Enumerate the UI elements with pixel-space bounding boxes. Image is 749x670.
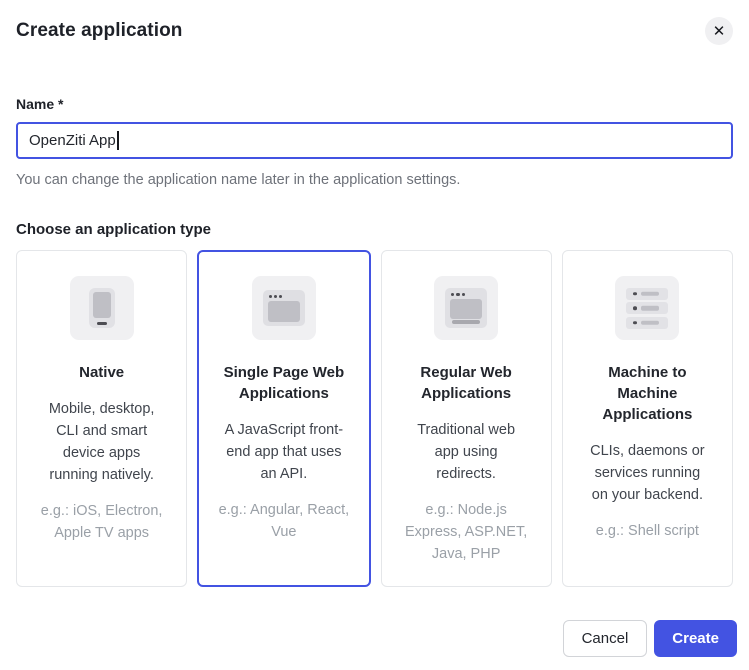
- modal-footer: Cancel Create: [563, 620, 737, 657]
- required-marker: *: [58, 96, 63, 112]
- create-application-modal: Create application ✕ Name * You can chan…: [0, 0, 749, 670]
- card-title: Native: [41, 362, 163, 383]
- card-title: Machine to Machine Applications: [586, 362, 708, 425]
- card-examples: e.g.: Angular, React, Vue: [218, 499, 350, 543]
- application-type-cards: Native Mobile, desktop, CLI and smart de…: [16, 250, 733, 587]
- card-description: A JavaScript front-end app that uses an …: [223, 419, 345, 485]
- modal-header: Create application ✕: [16, 0, 733, 45]
- application-type-label: Choose an application type: [16, 221, 733, 238]
- card-examples: e.g.: Node.js Express, ASP.NET, Java, PH…: [400, 499, 532, 565]
- card-machine-to-machine[interactable]: Machine to Machine Applications CLIs, da…: [562, 250, 733, 587]
- browser-server-icon: [434, 276, 498, 340]
- close-icon: ✕: [713, 24, 726, 39]
- phone-icon: [70, 276, 134, 340]
- server-stack-icon: [615, 276, 679, 340]
- card-description: Traditional web app using redirects.: [405, 419, 527, 485]
- card-examples: e.g.: Shell script: [581, 520, 713, 542]
- card-title: Regular Web Applications: [405, 362, 527, 404]
- name-field-label: Name *: [16, 96, 733, 112]
- text-cursor: [117, 131, 119, 150]
- close-button[interactable]: ✕: [705, 17, 733, 45]
- cancel-button[interactable]: Cancel: [563, 620, 648, 657]
- card-regular-web[interactable]: Regular Web Applications Traditional web…: [381, 250, 552, 587]
- card-description: Mobile, desktop, CLI and smart device ap…: [41, 398, 163, 486]
- name-input-wrap: [16, 122, 733, 159]
- name-label-text: Name: [16, 96, 54, 112]
- card-native[interactable]: Native Mobile, desktop, CLI and smart de…: [16, 250, 187, 587]
- card-description: CLIs, daemons or services running on you…: [586, 440, 708, 506]
- browser-window-icon: [252, 276, 316, 340]
- card-title: Single Page Web Applications: [223, 362, 345, 404]
- card-examples: e.g.: iOS, Electron, Apple TV apps: [36, 500, 168, 544]
- application-name-input[interactable]: [16, 122, 733, 159]
- create-button[interactable]: Create: [654, 620, 737, 657]
- page-title: Create application: [16, 20, 183, 42]
- name-helper-text: You can change the application name late…: [16, 172, 733, 188]
- card-single-page-web[interactable]: Single Page Web Applications A JavaScrip…: [197, 250, 370, 587]
